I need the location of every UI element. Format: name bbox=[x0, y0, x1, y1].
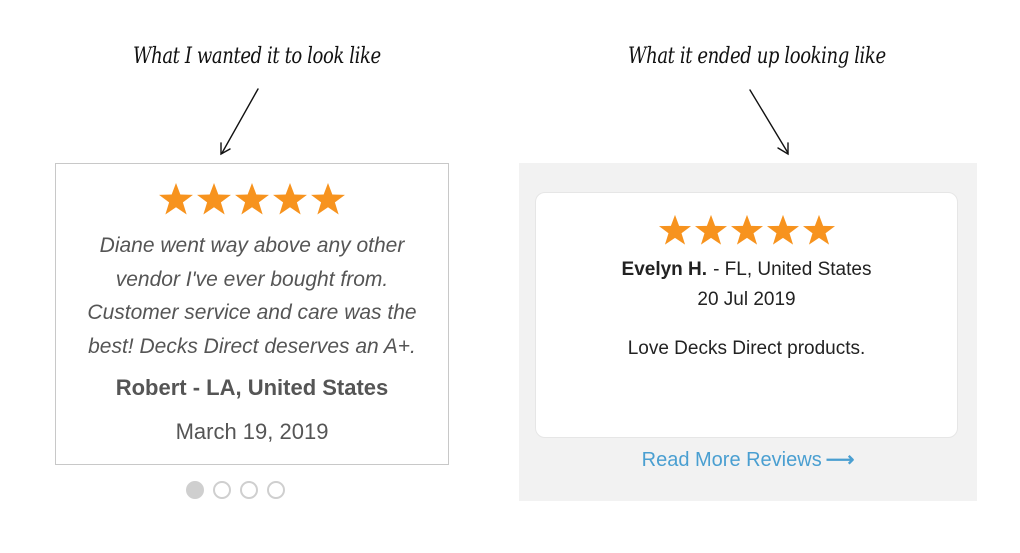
star-icon bbox=[730, 214, 763, 245]
review-quote: Diane went way above any other vendor I'… bbox=[87, 234, 417, 358]
arrow-right-shaft bbox=[749, 89, 789, 154]
star-icon bbox=[694, 214, 727, 245]
review-date: March 19, 2019 bbox=[175, 419, 329, 444]
carousel-dots bbox=[186, 481, 285, 499]
star-icon bbox=[658, 214, 691, 245]
review-card-actual: Evelyn H. - FL, United States 20 Jul 2019… bbox=[535, 192, 958, 438]
review-text: Love Decks Direct products. bbox=[627, 338, 866, 359]
review-panel-actual: Evelyn H. - FL, United States 20 Jul 2019… bbox=[519, 163, 977, 501]
carousel-dot-1[interactable] bbox=[186, 481, 204, 499]
star-icon bbox=[235, 183, 269, 215]
arrow-left-shaft bbox=[221, 88, 259, 154]
star-icon bbox=[766, 214, 799, 245]
carousel-dot-4[interactable] bbox=[267, 481, 285, 499]
reviewer-line: Evelyn H. - FL, United States bbox=[536, 259, 957, 281]
reviewer-name: Evelyn H. bbox=[621, 259, 708, 280]
read-more-reviews-link[interactable]: Read More Reviews ⟶ bbox=[519, 447, 977, 472]
star-icon bbox=[197, 183, 231, 215]
star-icon bbox=[159, 183, 193, 215]
reviewer-location: - FL, United States bbox=[713, 259, 872, 280]
arrow-right-icon: ⟶ bbox=[825, 449, 855, 471]
comparison-canvas: What I wanted it to look like What it en… bbox=[0, 0, 1020, 553]
star-icon bbox=[311, 183, 345, 215]
carousel-dot-3[interactable] bbox=[240, 481, 258, 499]
star-rating bbox=[56, 182, 448, 217]
review-card-intended: Diane went way above any other vendor I'… bbox=[55, 163, 449, 465]
star-rating bbox=[536, 214, 957, 247]
review-author: Robert - LA, United States bbox=[115, 375, 389, 400]
review-date: 20 Jul 2019 bbox=[697, 289, 796, 310]
star-icon bbox=[273, 183, 307, 215]
carousel-dot-2[interactable] bbox=[213, 481, 231, 499]
star-icon bbox=[802, 214, 835, 245]
read-more-label: Read More Reviews bbox=[641, 449, 822, 471]
